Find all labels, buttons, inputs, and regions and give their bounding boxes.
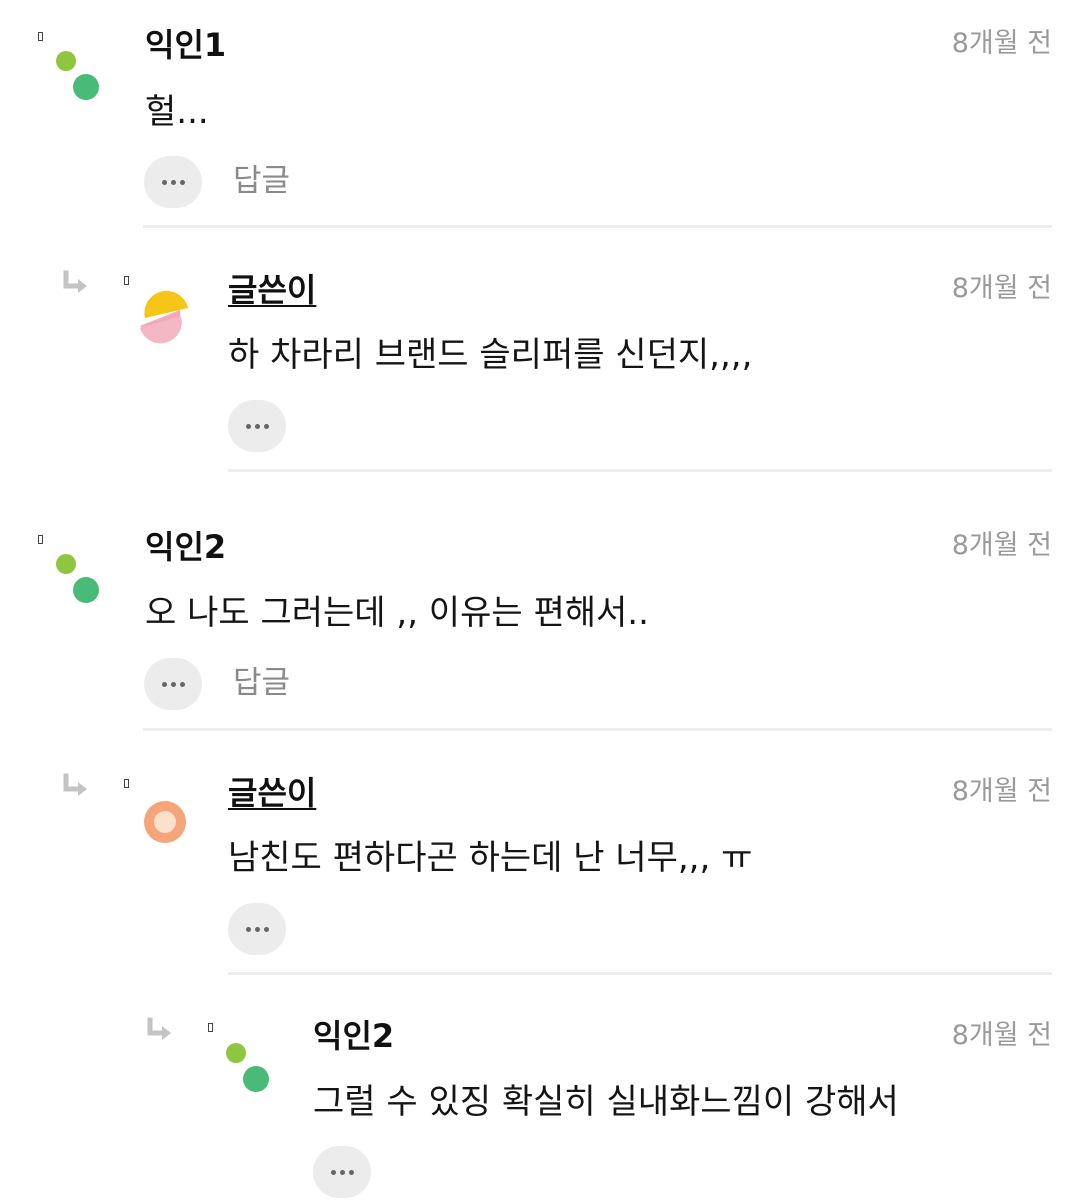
- comment-text: 그럴 수 있징 확실히 실내화느낌이 강해서: [313, 1082, 899, 1122]
- avatar[interactable]: [220, 1040, 292, 1112]
- ellipsis-icon-dot: [348, 1169, 354, 1175]
- thread-marker: [208, 1023, 213, 1032]
- comment-item: 익인2 8개월 전 그럴 수 있징 확실히 실내화느낌이 강해서: [0, 0, 1080, 1204]
- ellipsis-icon-dot: [339, 1169, 345, 1175]
- comment-time: 8개월 전: [951, 1020, 1052, 1051]
- reply-arrow-icon: [147, 1017, 171, 1040]
- ellipsis-icon: [330, 1169, 336, 1175]
- more-options-button[interactable]: [313, 1146, 371, 1198]
- comment-author[interactable]: 익인2: [313, 1016, 394, 1056]
